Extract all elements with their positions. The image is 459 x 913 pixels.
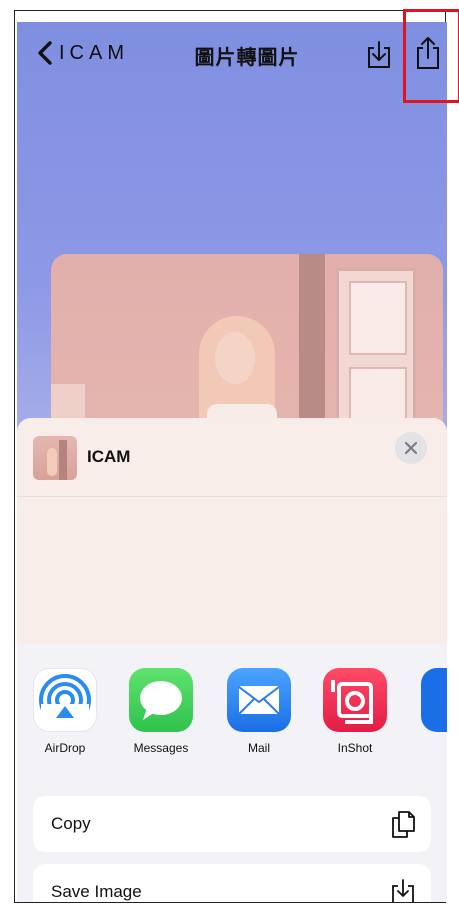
close-icon <box>404 441 418 455</box>
inshot-icon <box>323 668 387 732</box>
app-label: InShot <box>337 741 373 755</box>
share-thumbnail <box>33 436 77 480</box>
highlight-annotation <box>403 9 459 103</box>
save-image-icon <box>392 879 414 902</box>
mail-icon <box>227 668 291 732</box>
page-title: 圖片轉圖片 <box>194 47 300 69</box>
share-sheet-header: ICAM <box>17 418 447 644</box>
airdrop-icon <box>33 668 97 732</box>
header-divider <box>17 496 447 497</box>
action-save-image[interactable]: Save Image <box>33 864 431 902</box>
download-icon[interactable] <box>365 40 393 70</box>
share-app-mail[interactable]: Mail <box>219 668 299 755</box>
app-screen: ICAM 圖片轉圖片 ICAM AirDrop Messages Mail In… <box>17 22 447 902</box>
share-app-inshot[interactable]: InShot <box>315 668 395 755</box>
share-app-messages[interactable]: Messages <box>121 668 201 755</box>
copy-icon <box>392 811 415 838</box>
back-button-label[interactable]: ICAM <box>59 42 129 65</box>
chevron-left-icon[interactable] <box>35 41 55 65</box>
share-apps-row: AirDrop Messages Mail InShot <box>17 644 447 794</box>
action-copy[interactable]: Copy <box>33 796 431 852</box>
share-app-partial[interactable] <box>421 668 447 732</box>
app-label: Mail <box>247 741 270 755</box>
share-app-name: ICAM <box>87 447 131 466</box>
navigation-bar: ICAM 圖片轉圖片 <box>17 22 447 86</box>
action-label: Save Image <box>51 882 142 901</box>
close-button[interactable] <box>395 432 427 464</box>
share-app-airdrop[interactable]: AirDrop <box>25 668 105 755</box>
action-label: Copy <box>51 814 91 833</box>
app-label: Messages <box>133 741 189 755</box>
share-sheet: ICAM AirDrop Messages Mail InShot Copy S… <box>17 418 447 902</box>
messages-icon <box>129 668 193 732</box>
app-label: AirDrop <box>44 741 86 755</box>
